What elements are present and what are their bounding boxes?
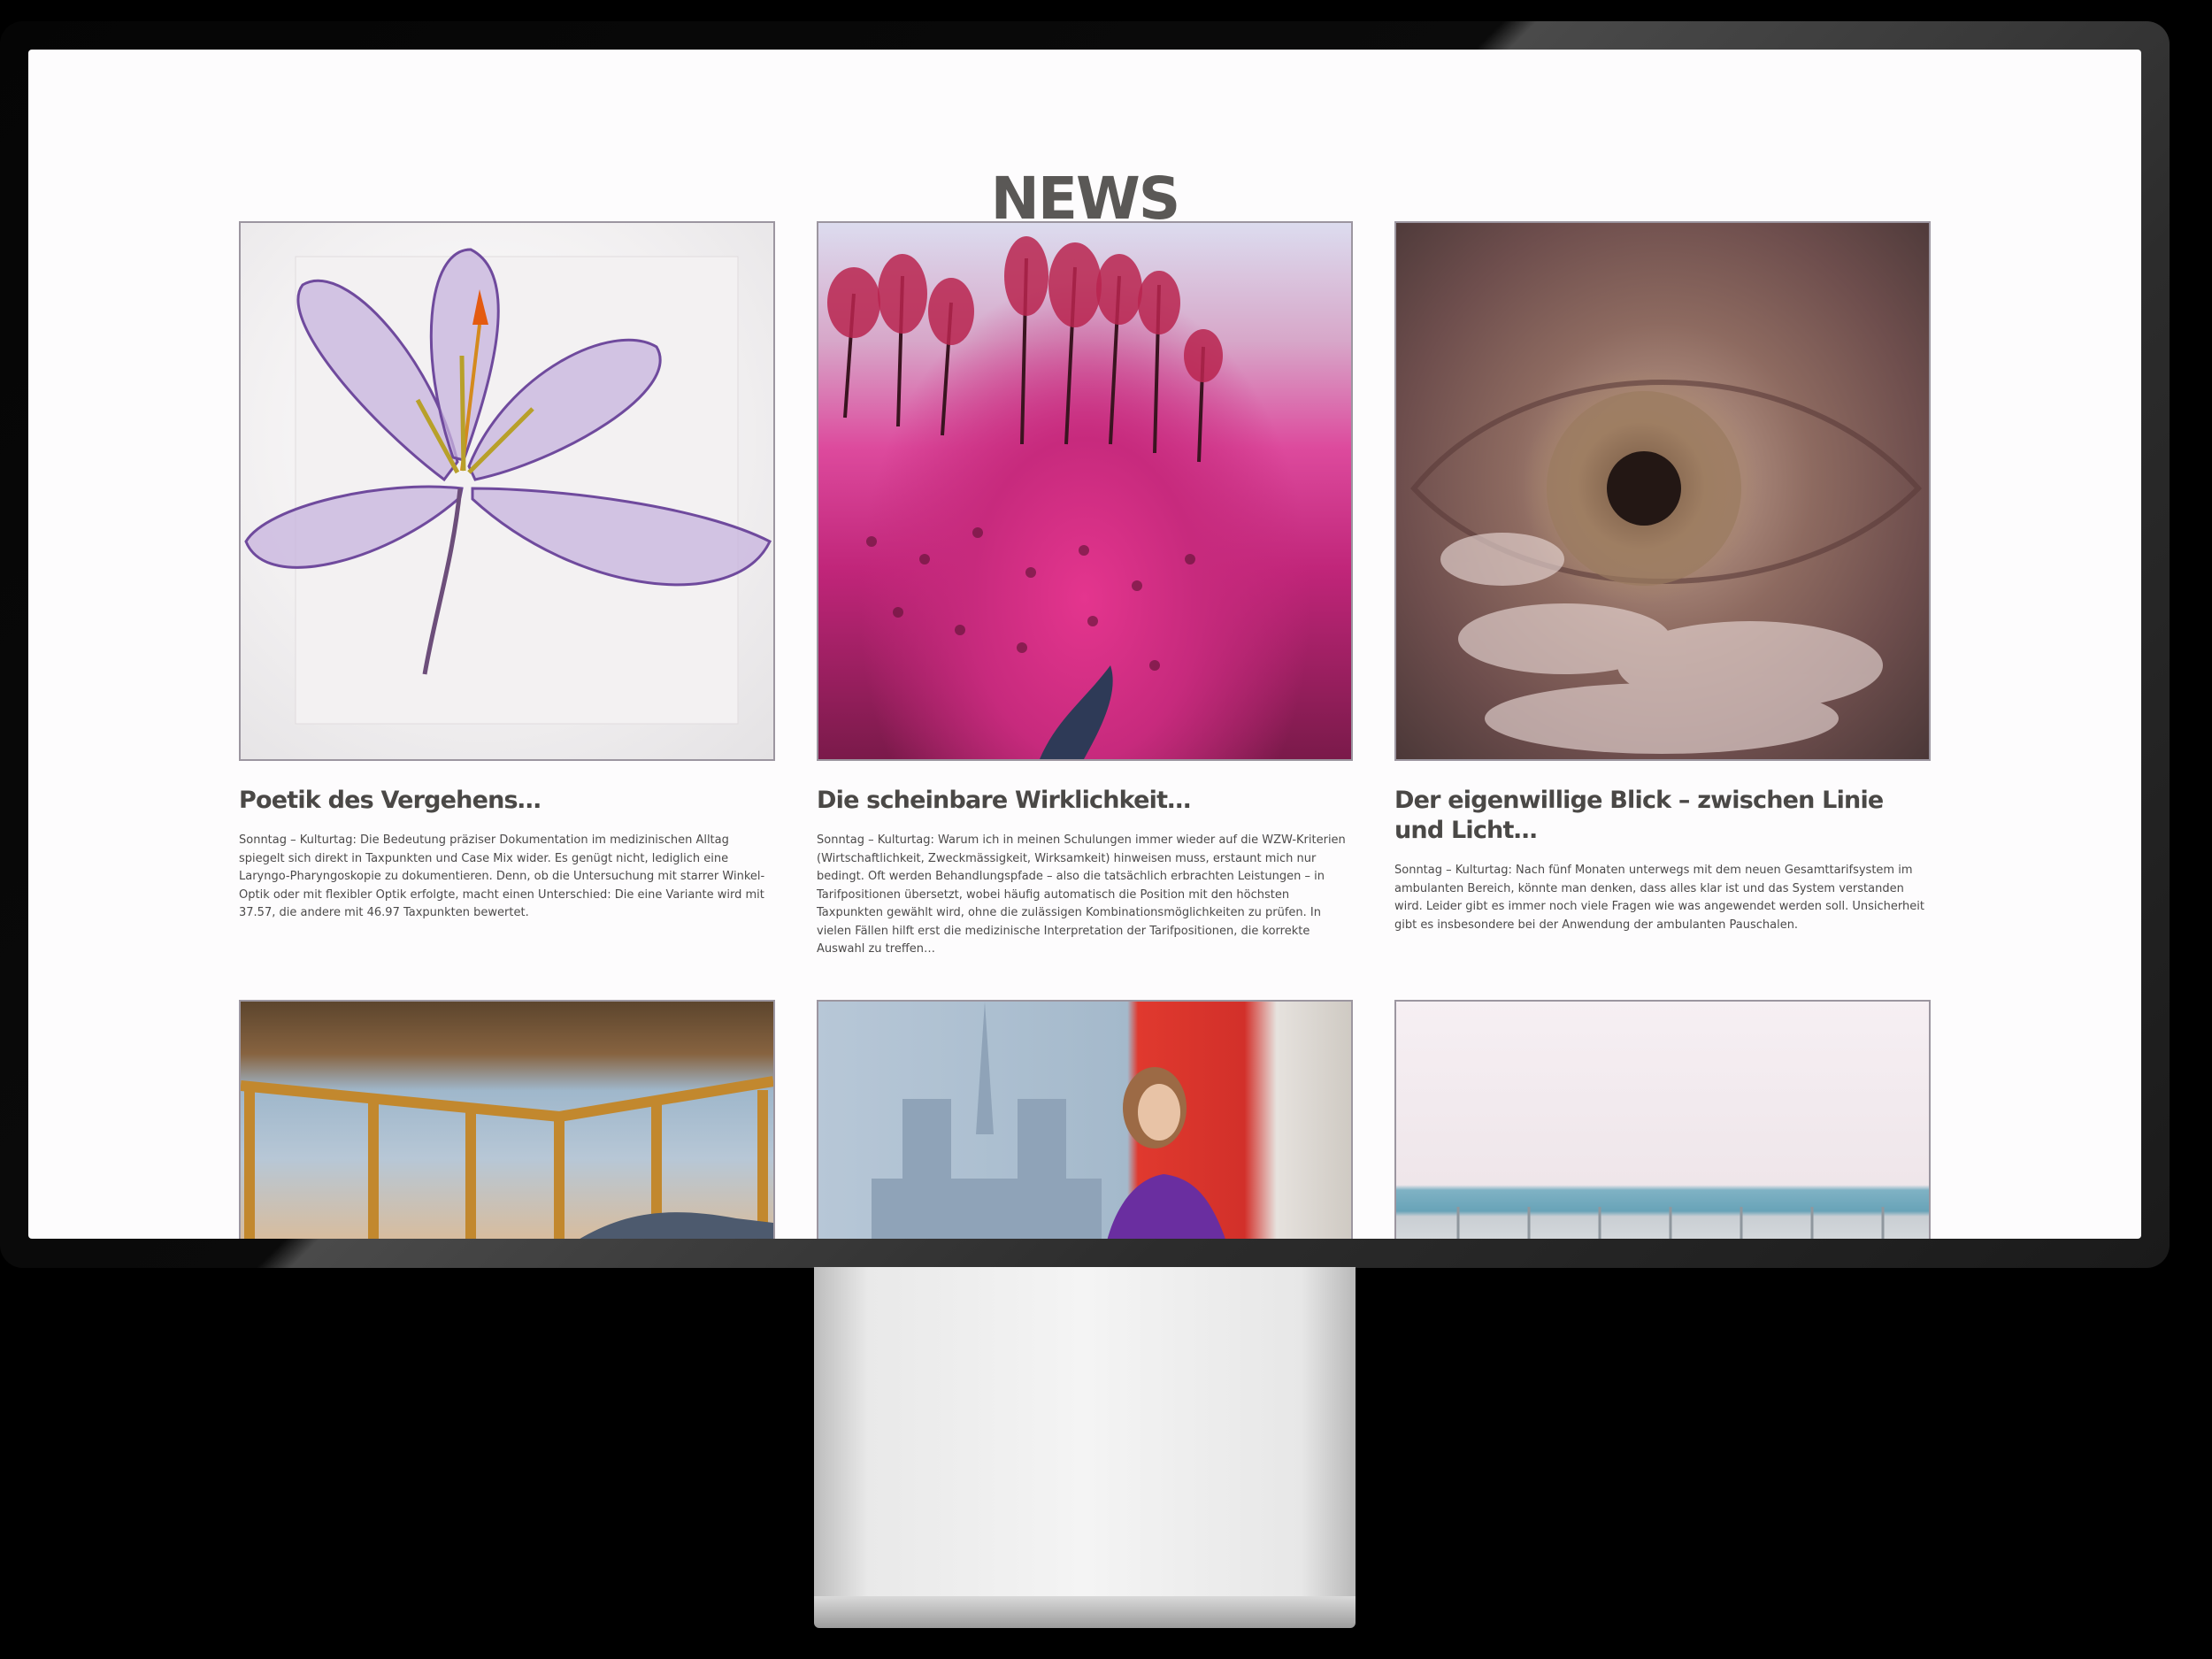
article-excerpt: Sonntag – Kulturtag: Die Bedeutung präzi… <box>239 833 765 919</box>
news-card[interactable] <box>817 1000 1353 1239</box>
room-illustration <box>241 1076 773 1239</box>
eye-illustration <box>1410 380 1923 754</box>
monitor-stand-base <box>814 1596 1356 1628</box>
article-image[interactable] <box>1394 1000 1931 1239</box>
article-title[interactable]: Der eigenwillige Blick – zwischen Linie … <box>1394 786 1931 846</box>
article-image[interactable] <box>239 221 775 761</box>
flower-illustration <box>244 248 772 725</box>
article-excerpt: Sonntag – Kulturtag: Nach fünf Monaten u… <box>1394 864 1924 932</box>
news-card[interactable]: Poetik des Vergehens… Sonntag – Kulturta… <box>239 221 775 923</box>
browser-viewport: NEWS Poetik des Vergehens… Sonntag – Kul… <box>28 50 2141 1239</box>
news-card[interactable] <box>239 1000 775 1239</box>
article-title[interactable]: Die scheinbare Wirklichkeit… <box>817 786 1353 816</box>
paris-illustration <box>872 1002 1225 1239</box>
news-card[interactable] <box>1394 1000 1931 1239</box>
article-image[interactable] <box>1394 221 1931 761</box>
rooftop-illustration <box>1456 1207 1885 1239</box>
article-excerpt: Sonntag – Kulturtag: Warum ich in meinen… <box>817 833 1346 956</box>
article-title[interactable]: Poetik des Vergehens… <box>239 786 775 816</box>
news-card[interactable]: Die scheinbare Wirklichkeit… Sonntag – K… <box>817 221 1353 959</box>
monitor-stand <box>814 1267 1356 1603</box>
news-card[interactable]: Der eigenwillige Blick – zwischen Linie … <box>1394 221 1931 934</box>
article-image[interactable] <box>817 1000 1353 1239</box>
article-image[interactable] <box>817 221 1353 761</box>
forest-illustration <box>827 236 1223 759</box>
article-image[interactable] <box>239 1000 775 1239</box>
